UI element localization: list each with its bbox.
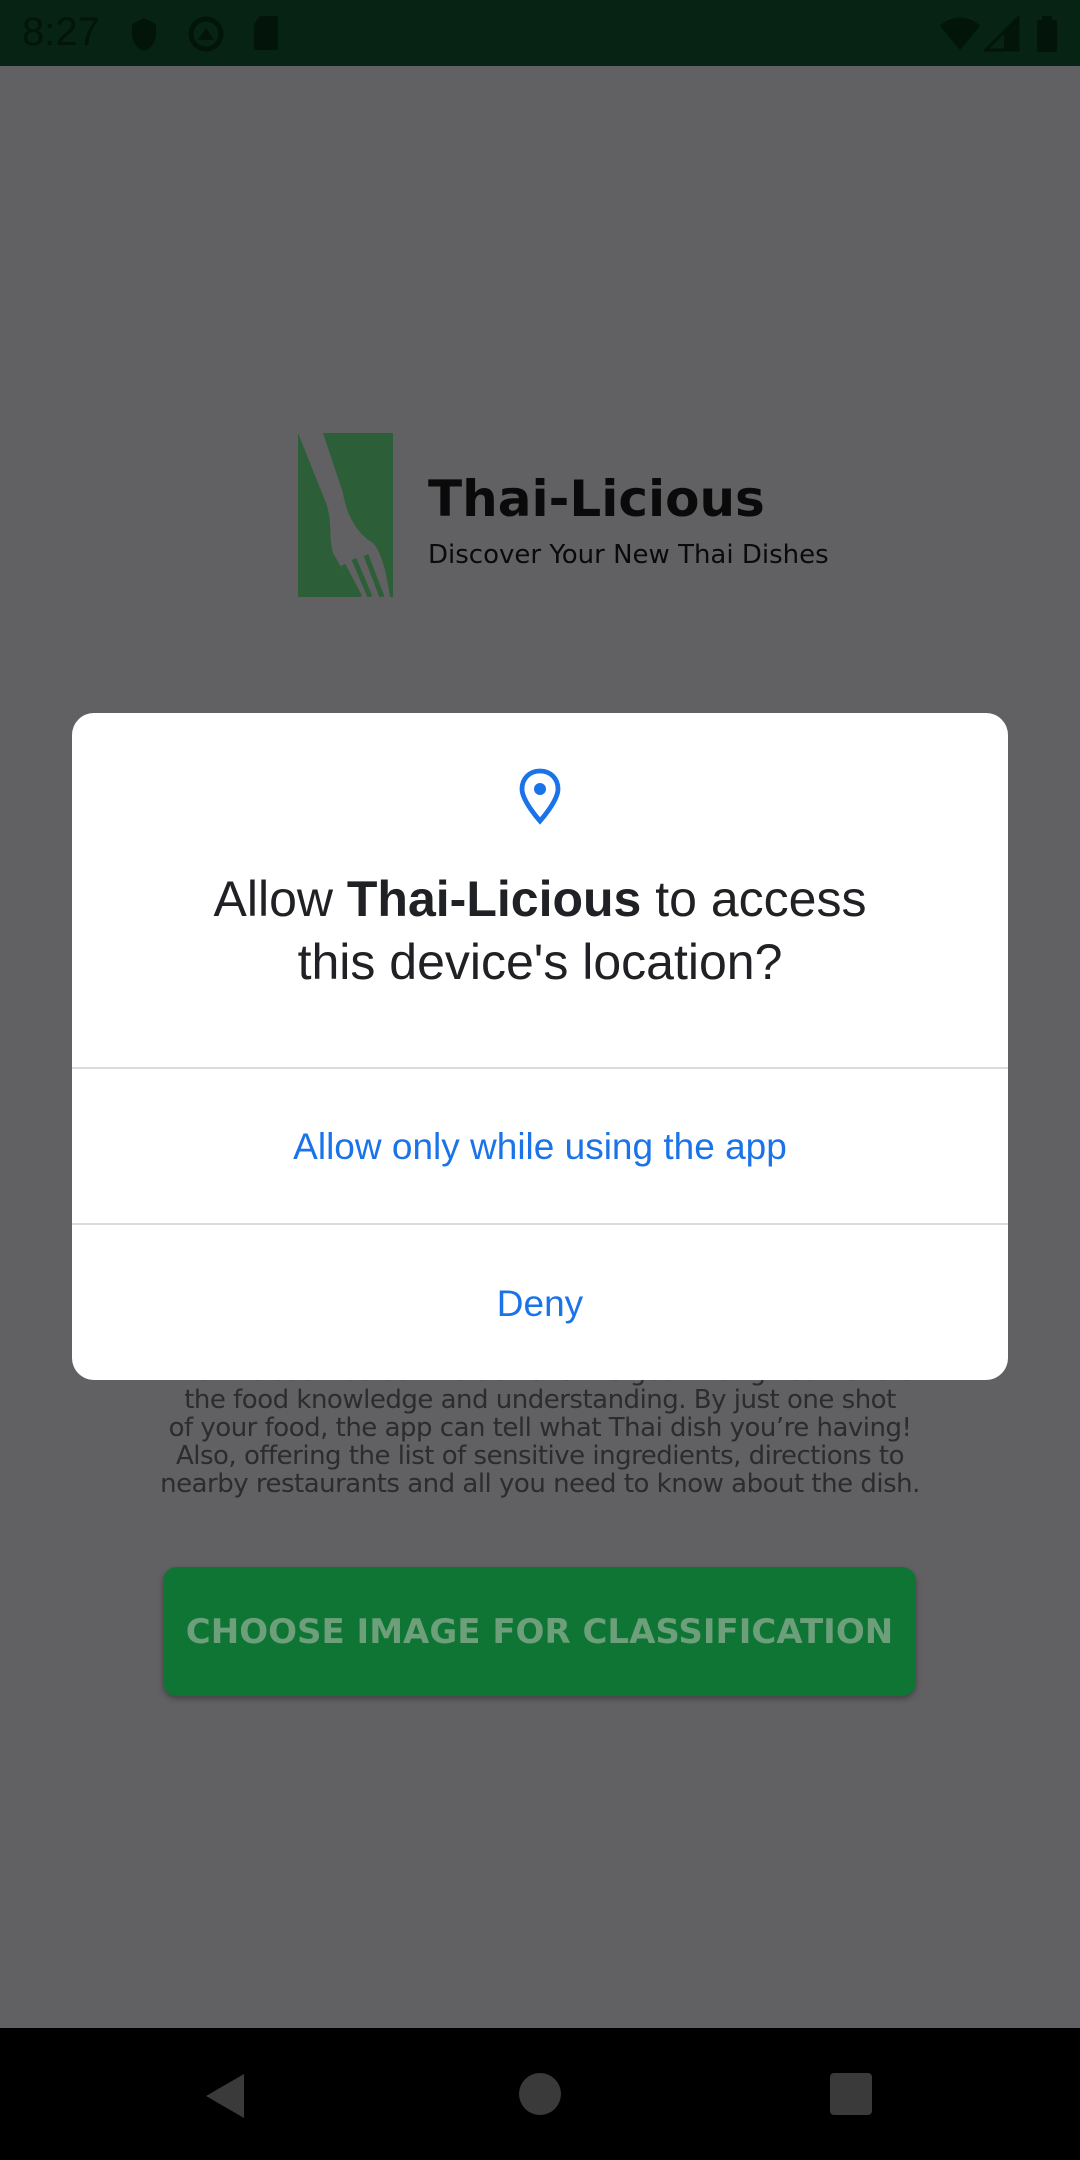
description-line: the food knowledge and understanding. By…	[184, 1385, 896, 1415]
back-icon[interactable]	[204, 2072, 246, 2120]
description-line: Also, offering the list of sensitive ing…	[175, 1441, 905, 1471]
navigation-bar	[0, 2028, 1080, 2160]
home-icon[interactable]	[518, 2072, 562, 2116]
title-line2: this device's location?	[297, 934, 783, 990]
title-suffix: to access	[641, 871, 867, 927]
dialog-title: Allow Thai-Licious to access this device…	[72, 868, 1008, 994]
description-line: nearby restaurants and all you need to k…	[160, 1469, 920, 1499]
sd-card-icon	[254, 16, 278, 50]
sync-icon	[188, 16, 224, 52]
location-permission-dialog: Allow Thai-Licious to access this device…	[72, 713, 1008, 1380]
recents-icon[interactable]	[829, 2072, 873, 2116]
title-app-name: Thai-Licious	[346, 871, 642, 927]
choose-image-button[interactable]: CHOOSE IMAGE FOR CLASSIFICATION	[163, 1567, 916, 1696]
app-logo	[298, 433, 393, 597]
wifi-icon	[940, 17, 980, 50]
clock: 8:27	[22, 10, 100, 54]
signal-icon	[984, 16, 1020, 52]
app-subtitle: Discover Your New Thai Dishes	[428, 540, 829, 570]
allow-while-using-button[interactable]: Allow only while using the app	[72, 1126, 1008, 1168]
status-bar: 8:27	[0, 0, 1080, 66]
battery-icon	[1037, 16, 1057, 52]
title-prefix: Allow	[213, 871, 347, 927]
location-pin-icon	[519, 768, 561, 825]
description-line: of your food, the app can tell what Thai…	[168, 1413, 912, 1443]
app-title: Thai-Licious	[428, 470, 765, 528]
divider	[72, 1067, 1008, 1069]
shield-icon	[132, 18, 156, 51]
divider	[72, 1223, 1008, 1225]
fork-icon	[298, 433, 390, 597]
deny-button[interactable]: Deny	[72, 1283, 1008, 1325]
